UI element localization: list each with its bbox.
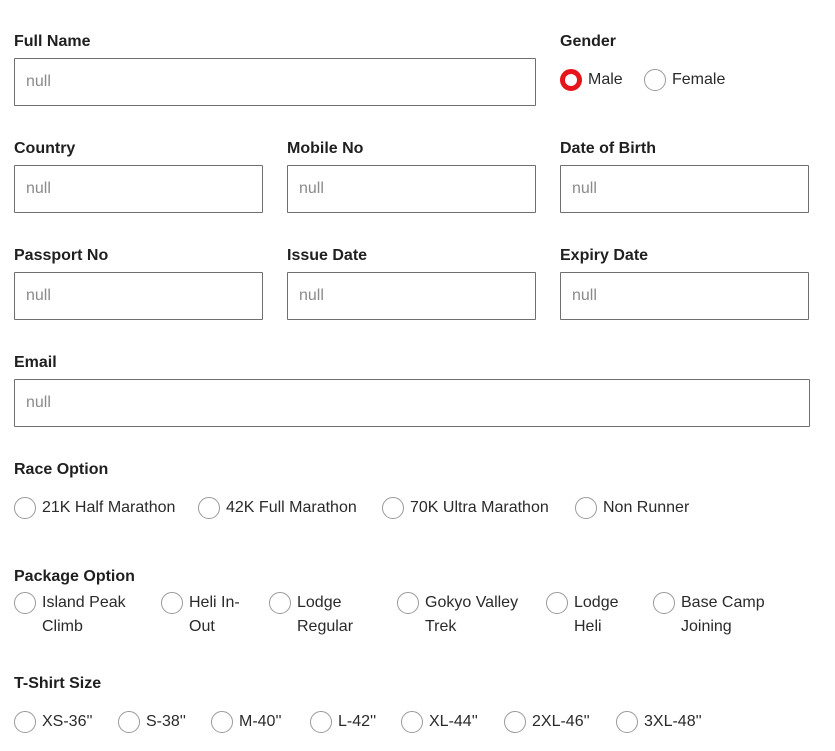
gender-option-female[interactable]: Female <box>644 69 725 92</box>
radio-unchecked-icon[interactable] <box>14 592 36 614</box>
package-option-text: Base Camp Joining <box>681 594 765 635</box>
race-option-21k[interactable]: 21K Half Marathon <box>14 497 175 520</box>
expiry-date-input[interactable] <box>560 272 809 320</box>
package-option-text: Island Peak Climb <box>42 594 126 635</box>
radio-unchecked-icon[interactable] <box>504 711 526 733</box>
tshirt-option-text: XL-44'' <box>429 713 478 730</box>
tshirt-option-s[interactable]: S-38'' <box>118 711 186 734</box>
race-option-text: 42K Full Marathon <box>226 499 357 516</box>
tshirt-option-m[interactable]: M-40'' <box>211 711 282 734</box>
tshirt-option-text: XS-36'' <box>42 713 93 730</box>
radio-unchecked-icon[interactable] <box>616 711 638 733</box>
package-option-label: Package Option <box>14 568 135 585</box>
full-name-label: Full Name <box>14 33 91 50</box>
radio-unchecked-icon[interactable] <box>161 592 183 614</box>
race-option-non-runner[interactable]: Non Runner <box>575 497 689 520</box>
radio-unchecked-icon[interactable] <box>269 592 291 614</box>
full-name-input[interactable] <box>14 58 536 106</box>
radio-unchecked-icon[interactable] <box>310 711 332 733</box>
package-option-text: Lodge Heli <box>574 594 619 635</box>
radio-unchecked-icon[interactable] <box>118 711 140 733</box>
package-option-text: Heli In- Out <box>189 594 240 635</box>
gender-option-male[interactable]: Male <box>560 69 623 92</box>
race-option-text: 21K Half Marathon <box>42 499 176 516</box>
package-option-lodge-regular[interactable]: Lodge Regular <box>269 592 353 639</box>
race-option-text: Non Runner <box>603 499 690 516</box>
package-option-lodge-heli[interactable]: Lodge Heli <box>546 592 619 639</box>
mobile-label: Mobile No <box>287 140 364 157</box>
radio-unchecked-icon[interactable] <box>546 592 568 614</box>
tshirt-option-text: S-38'' <box>146 713 186 730</box>
dob-label: Date of Birth <box>560 140 656 157</box>
country-input[interactable] <box>14 165 263 213</box>
radio-unchecked-icon[interactable] <box>198 497 220 519</box>
race-option-42k[interactable]: 42K Full Marathon <box>198 497 357 520</box>
package-option-text: Lodge Regular <box>297 594 354 635</box>
package-option-base-camp[interactable]: Base Camp Joining <box>653 592 765 639</box>
tshirt-option-xl[interactable]: XL-44'' <box>401 711 478 734</box>
package-option-heli-in-out[interactable]: Heli In- Out <box>161 592 240 639</box>
issue-date-label: Issue Date <box>287 247 368 264</box>
radio-unchecked-icon[interactable] <box>382 497 404 519</box>
race-option-text: 70K Ultra Marathon <box>410 499 549 516</box>
mobile-input[interactable] <box>287 165 536 213</box>
radio-unchecked-icon[interactable] <box>575 497 597 519</box>
package-option-gokyo-valley[interactable]: Gokyo Valley Trek <box>397 592 518 639</box>
passport-label: Passport No <box>14 247 109 264</box>
package-option-text: Gokyo Valley Trek <box>425 594 519 635</box>
gender-option-label: Male <box>588 71 623 88</box>
race-option-label: Race Option <box>14 461 109 478</box>
tshirt-option-text: M-40'' <box>239 713 282 730</box>
radio-unchecked-icon[interactable] <box>211 711 233 733</box>
tshirt-option-text: 2XL-46'' <box>532 713 590 730</box>
radio-unchecked-icon[interactable] <box>397 592 419 614</box>
email-input[interactable] <box>14 379 810 427</box>
tshirt-option-3xl[interactable]: 3XL-48'' <box>616 711 702 734</box>
gender-option-label: Female <box>672 71 726 88</box>
tshirt-size-label: T-Shirt Size <box>14 675 102 692</box>
passport-input[interactable] <box>14 272 263 320</box>
expiry-date-label: Expiry Date <box>560 247 649 264</box>
tshirt-option-xs[interactable]: XS-36'' <box>14 711 93 734</box>
radio-unchecked-icon[interactable] <box>401 711 423 733</box>
radio-unchecked-icon[interactable] <box>653 592 675 614</box>
radio-unchecked-icon[interactable] <box>14 711 36 733</box>
radio-checked-icon[interactable] <box>560 69 582 91</box>
gender-label: Gender <box>560 33 617 50</box>
radio-unchecked-icon[interactable] <box>14 497 36 519</box>
radio-unchecked-icon[interactable] <box>644 69 666 91</box>
issue-date-input[interactable] <box>287 272 536 320</box>
tshirt-option-text: 3XL-48'' <box>644 713 702 730</box>
email-label: Email <box>14 354 57 371</box>
tshirt-option-text: L-42'' <box>338 713 377 730</box>
race-option-70k[interactable]: 70K Ultra Marathon <box>382 497 549 520</box>
country-label: Country <box>14 140 76 157</box>
tshirt-option-2xl[interactable]: 2XL-46'' <box>504 711 590 734</box>
tshirt-option-l[interactable]: L-42'' <box>310 711 376 734</box>
package-option-island-peak[interactable]: Island Peak Climb <box>14 592 126 639</box>
dob-input[interactable] <box>560 165 809 213</box>
